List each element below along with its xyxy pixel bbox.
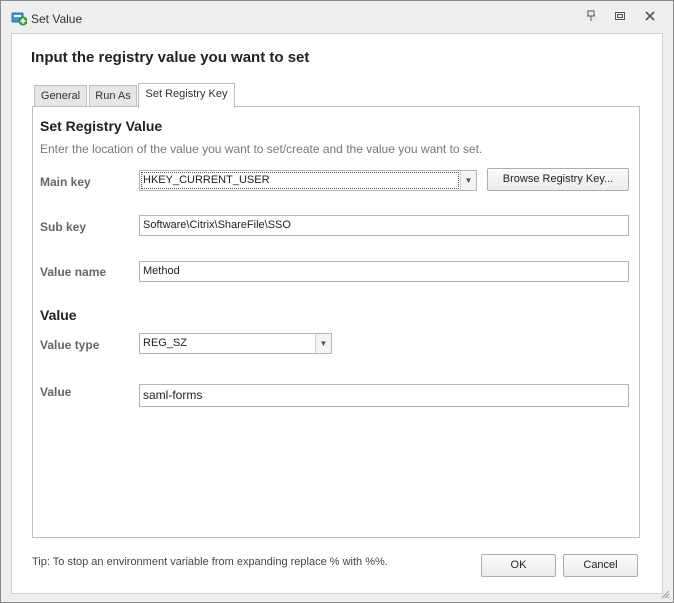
tab-general[interactable]: General	[34, 85, 87, 108]
value-type-value: REG_SZ	[143, 337, 188, 349]
window-title: Set Value	[31, 12, 83, 26]
value-label: Value	[40, 385, 72, 399]
tip-text: Tip: To stop an environment variable fro…	[32, 556, 388, 568]
chevron-down-icon[interactable]: ▼	[315, 334, 331, 353]
set-value-dialog: Set Value Input the registry value you w…	[0, 0, 674, 603]
browse-registry-key-button[interactable]: Browse Registry Key...	[487, 168, 629, 191]
tab-set-registry-key[interactable]: Set Registry Key	[138, 83, 235, 108]
restore-icon[interactable]	[612, 10, 628, 24]
ok-button[interactable]: OK	[481, 554, 556, 577]
tab-panel-set-registry-key: Set Registry Value Enter the location of…	[32, 106, 640, 538]
value-section-title: Value	[40, 307, 77, 323]
value-input[interactable]: saml-forms	[139, 384, 629, 407]
value-type-dropdown[interactable]: REG_SZ ▼	[139, 333, 332, 354]
description-text: Enter the location of the value you want…	[40, 142, 483, 156]
cancel-button[interactable]: Cancel	[563, 554, 638, 577]
sub-key-label: Sub key	[40, 220, 87, 234]
value-name-input[interactable]: Method	[139, 261, 629, 282]
pin-icon[interactable]	[583, 10, 599, 24]
section-title: Set Registry Value	[40, 118, 163, 134]
value-name-label: Value name	[40, 265, 107, 279]
main-key-label: Main key	[40, 175, 91, 189]
title-bar[interactable]: Set Value	[1, 1, 673, 33]
value-type-label: Value type	[40, 338, 100, 352]
resize-grip-icon[interactable]	[660, 589, 670, 599]
page-title: Input the registry value you want to set	[31, 49, 310, 66]
chevron-down-icon[interactable]: ▼	[460, 171, 476, 190]
sub-key-input[interactable]: Software\Citrix\ShareFile\SSO	[139, 215, 629, 236]
close-icon[interactable]	[642, 10, 658, 24]
tab-run-as[interactable]: Run As	[89, 85, 137, 108]
dialog-content: Input the registry value you want to set…	[11, 33, 663, 594]
registry-app-icon	[11, 12, 27, 26]
main-key-dropdown[interactable]: HKEY_CURRENT_USER ▼	[139, 170, 477, 191]
main-key-value: HKEY_CURRENT_USER	[143, 174, 270, 186]
